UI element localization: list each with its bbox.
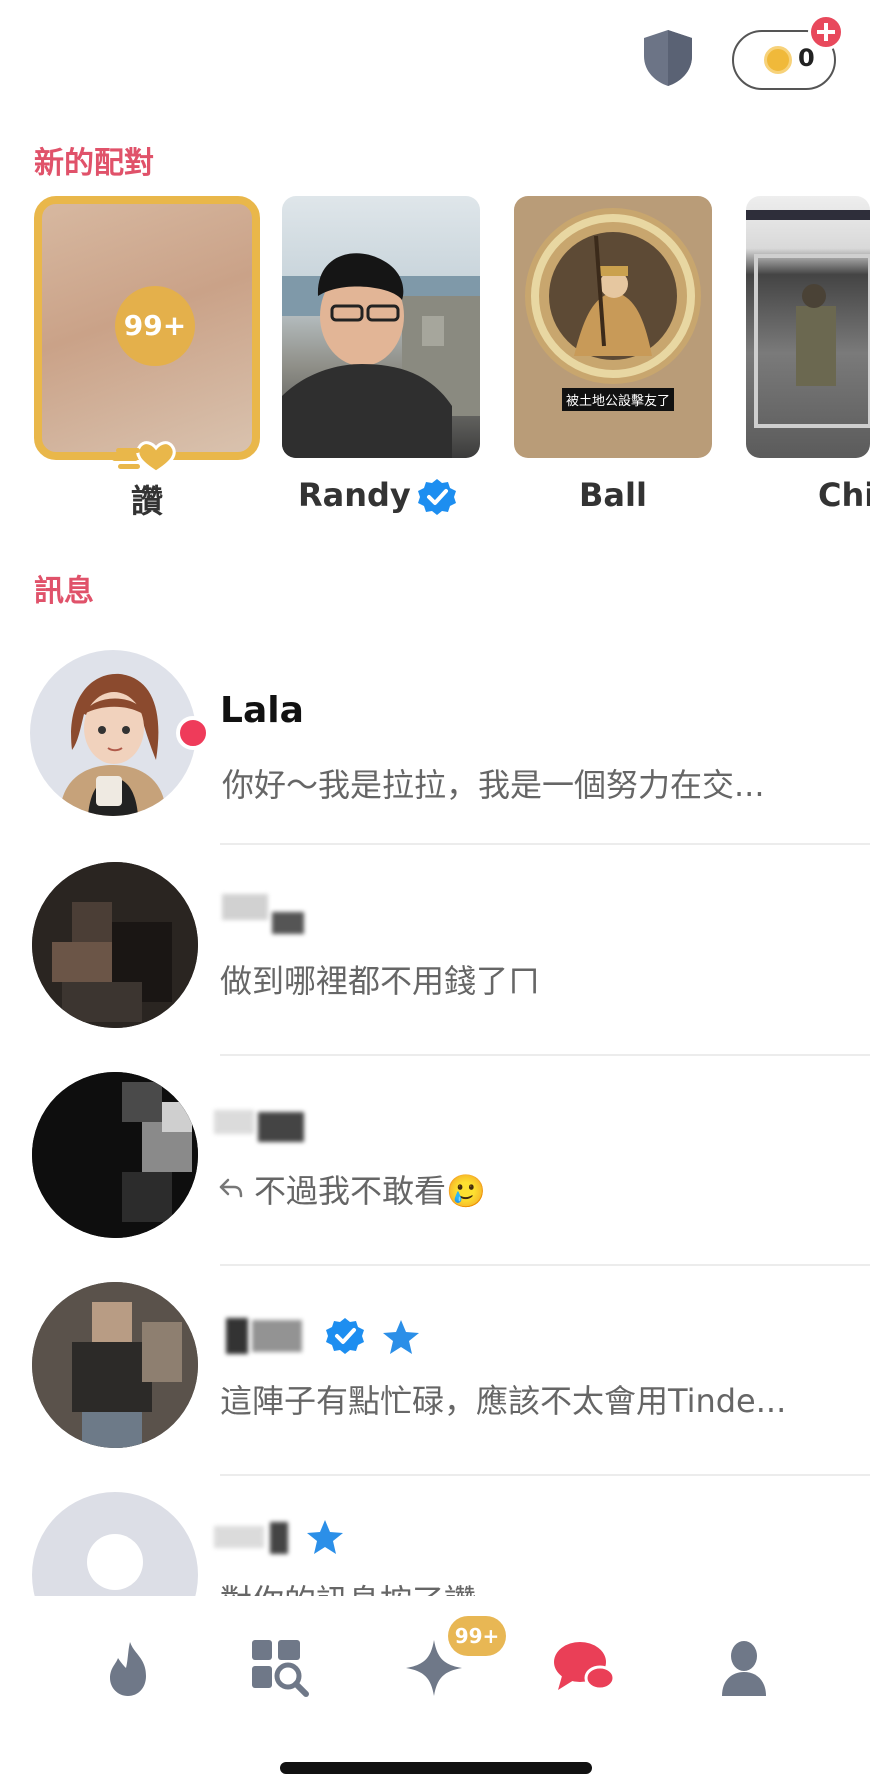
conversation-preview: 這陣子有點忙碌，應該不太會用Tinde...: [220, 1382, 787, 1420]
redacted-name: [214, 1110, 254, 1134]
coin-icon: [764, 46, 792, 74]
match-card-randy[interactable]: [282, 196, 480, 458]
new-matches-title: 新的配對: [34, 146, 154, 181]
match-card-chi[interactable]: [746, 196, 870, 458]
match-name-ball: Ball: [579, 476, 647, 514]
star-icon: [383, 1320, 419, 1354]
conversation-preview: 對你的訊息按了讚: [220, 1576, 476, 1596]
star-icon: [307, 1520, 343, 1554]
photo-caption: 被土地公設擊友了: [562, 388, 675, 411]
redacted-name: [252, 1320, 302, 1352]
conversation-row[interactable]: 對你的訊息按了讚: [0, 1480, 870, 1596]
conversation-preview: 不過我不敢看🥲: [254, 1172, 486, 1210]
match-photo: [282, 253, 480, 458]
plus-icon[interactable]: [808, 14, 844, 50]
sparkle-count-badge: 99+: [448, 1616, 506, 1656]
match-name-randy: Randy: [298, 476, 411, 514]
redacted-name: [258, 1112, 304, 1142]
messages-title: 訊息: [34, 574, 94, 609]
match-card-ball[interactable]: 被土地公設擊友了: [514, 196, 712, 458]
match-photo: [746, 210, 870, 428]
match-photo: [525, 208, 701, 384]
conversation-name: Lala: [220, 690, 304, 731]
likes-label: 讚: [130, 482, 163, 520]
avatar: [30, 650, 196, 816]
bottom-nav: [0, 1596, 870, 1716]
divider: [220, 843, 870, 845]
likes-card[interactable]: 99+: [34, 196, 260, 460]
redacted-name: [226, 1318, 248, 1354]
divider: [220, 1474, 870, 1476]
chat-icon[interactable]: [552, 1638, 618, 1698]
reply-arrow-icon: [219, 1178, 243, 1198]
explore-icon[interactable]: [250, 1638, 310, 1698]
likes-count-badge: 99+: [115, 286, 195, 366]
flame-icon[interactable]: [100, 1638, 160, 1698]
conversation-preview: 你好～我是拉拉，我是一個努力在交...: [222, 766, 765, 804]
redacted-name: [270, 1522, 288, 1554]
avatar: [32, 862, 198, 1028]
conversation-preview: 做到哪裡都不用錢了ㄇ: [220, 962, 541, 1000]
redacted-name: [222, 894, 268, 920]
divider: [220, 1054, 870, 1056]
coin-count: 0: [798, 44, 815, 72]
profile-icon[interactable]: [714, 1638, 774, 1698]
redacted-name: [214, 1526, 264, 1548]
verified-badge-icon: [418, 479, 456, 515]
match-name-chi: Chi: [818, 476, 870, 514]
unread-dot: [176, 716, 210, 750]
redacted-name: [272, 912, 304, 934]
avatar: [32, 1492, 198, 1596]
heart-hand-icon: [112, 441, 176, 474]
avatar: [32, 1282, 198, 1448]
avatar: [32, 1072, 198, 1238]
home-indicator[interactable]: [280, 1762, 592, 1774]
shield-icon[interactable]: [640, 28, 696, 88]
divider: [220, 1264, 870, 1266]
verified-badge-icon: [326, 1318, 364, 1354]
